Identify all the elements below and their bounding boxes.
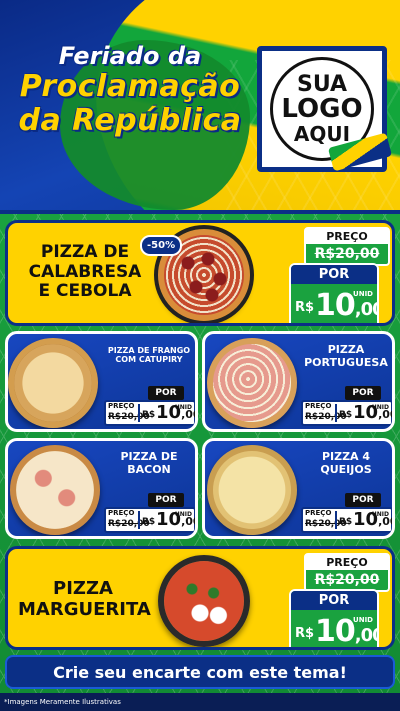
- name-line: PORTUGUESA: [304, 355, 388, 369]
- divider: [138, 511, 140, 529]
- logo-text-3: AQUI: [293, 121, 351, 146]
- discount-badge: -50%: [140, 235, 183, 256]
- name-line: COM CATUPIRY: [115, 355, 183, 365]
- pizza-image: [8, 338, 98, 428]
- product-card-marguerita[interactable]: PIZZA MARGUERITA PREÇO R$20,00 POR R$ 10…: [5, 546, 395, 650]
- unit: UNID: [371, 511, 389, 518]
- price-cents: ,00: [354, 625, 377, 646]
- name-line: BACON: [127, 462, 171, 476]
- unit: UNID: [371, 404, 389, 411]
- name-line: E CEBOLA: [38, 281, 132, 302]
- old-price: R$20,00: [314, 246, 380, 262]
- unit: UNID: [174, 511, 192, 518]
- old-price-box: PREÇO R$20,00: [304, 553, 390, 592]
- price-value: R$ 10,00 UNID: [291, 284, 377, 323]
- preco-label: PREÇO: [305, 509, 332, 517]
- currency: R$: [339, 517, 353, 527]
- title-line-2: Proclamação: [19, 69, 241, 104]
- price-box: PREÇO R$20,00 R$ 10,00 UNID: [104, 507, 195, 533]
- name-line: PIZZA DE FRANGO: [107, 346, 191, 355]
- currency: R$: [142, 410, 156, 420]
- unit: UNID: [353, 616, 373, 624]
- product-card-calabresa[interactable]: PIZZA DE CALABRESA E CEBOLA -50% PREÇO R…: [5, 220, 395, 326]
- name-line: MARGUERITA: [18, 598, 151, 620]
- price-value: R$ 10,00 UNID: [291, 610, 377, 649]
- page-title: Feriado da Proclamação da República: [10, 44, 250, 136]
- price-int-text: 10: [315, 288, 356, 323]
- product-name: PIZZA DE FRANGO COM CATUPIRY: [100, 346, 195, 365]
- price-box: PREÇO R$20,00 R$ 10,00 UNID: [301, 400, 392, 426]
- preco-label: PREÇO: [306, 555, 388, 570]
- divider: [335, 511, 337, 529]
- name-line: PIZZA DE: [120, 450, 178, 463]
- name-line: PIZZA: [327, 343, 365, 356]
- product-card-portuguesa[interactable]: PIZZA PORTUGUESA POR PREÇO R$20,00 R$ 10…: [202, 331, 395, 432]
- title-line-3: da República: [18, 103, 242, 138]
- old-price: R$20,00: [314, 572, 380, 588]
- product-card-4-queijos[interactable]: PIZZA 4 QUEIJOS POR PREÇO R$20,00 R$ 10,…: [202, 438, 395, 539]
- price-cents: ,00: [354, 299, 377, 320]
- product-name: PIZZA 4 QUEIJOS: [297, 450, 392, 476]
- divider: [335, 404, 337, 422]
- logo-text-2: LOGO: [281, 94, 363, 125]
- name-line: PIZZA: [53, 578, 113, 599]
- name-line: PIZZA DE: [40, 242, 130, 262]
- currency: R$: [295, 626, 315, 641]
- header-banner: Feriado da Proclamação da República SUA …: [0, 0, 400, 215]
- product-name: PIZZA MARGUERITA: [18, 578, 151, 620]
- preco-label: PREÇO: [305, 402, 332, 410]
- new-price-box: POR R$ 10,00 UNID: [289, 263, 379, 323]
- old-price-box: PREÇO R$20,00: [304, 227, 390, 266]
- por-label: POR: [148, 386, 184, 400]
- product-card-frango[interactable]: PIZZA DE FRANGO COM CATUPIRY POR PREÇO R…: [5, 331, 198, 432]
- logo-text-1: SUA: [296, 72, 348, 98]
- preco-label: PREÇO: [306, 229, 388, 244]
- cta-button[interactable]: Crie seu encarte com este tema!: [5, 655, 395, 689]
- pizza-image: [158, 555, 250, 647]
- title-line-1: Feriado da: [58, 42, 202, 70]
- price-box: PREÇO R$20,00 R$ 10,00 UNID: [104, 400, 195, 426]
- pizza-image: [10, 445, 100, 535]
- product-name: PIZZA DE BACON: [100, 450, 195, 476]
- currency: R$: [142, 517, 156, 527]
- name-line: PIZZA 4: [321, 450, 371, 463]
- price-int-text: 10: [315, 614, 356, 649]
- name-line: CALABRESA: [28, 261, 142, 282]
- preco-label: PREÇO: [108, 509, 135, 517]
- name-line: QUEIJOS: [320, 462, 372, 476]
- product-card-bacon[interactable]: PIZZA DE BACON POR PREÇO R$20,00 R$ 10,0…: [5, 438, 198, 539]
- por-label: POR: [148, 493, 184, 507]
- unit: UNID: [174, 404, 192, 411]
- disclaimer-text: *Imagens Meramente Ilustrativas: [0, 693, 400, 711]
- currency: R$: [339, 410, 353, 420]
- divider: [138, 404, 140, 422]
- preco-label: PREÇO: [108, 402, 135, 410]
- pizza-image: [207, 338, 297, 428]
- por-label: POR: [291, 591, 377, 610]
- por-label: POR: [291, 265, 377, 284]
- price-box: PREÇO R$20,00 R$ 10,00 UNID: [301, 507, 392, 533]
- por-label: POR: [345, 386, 381, 400]
- flyer-page: Feriado da Proclamação da República SUA …: [0, 0, 400, 711]
- product-name: PIZZA PORTUGUESA: [297, 343, 392, 369]
- new-price-box: POR R$ 10,00 UNID: [289, 589, 379, 649]
- por-label: POR: [345, 493, 381, 507]
- currency: R$: [295, 300, 315, 315]
- unit: UNID: [353, 290, 373, 298]
- product-name: PIZZA DE CALABRESA E CEBOLA: [20, 242, 150, 302]
- pizza-image: [207, 445, 297, 535]
